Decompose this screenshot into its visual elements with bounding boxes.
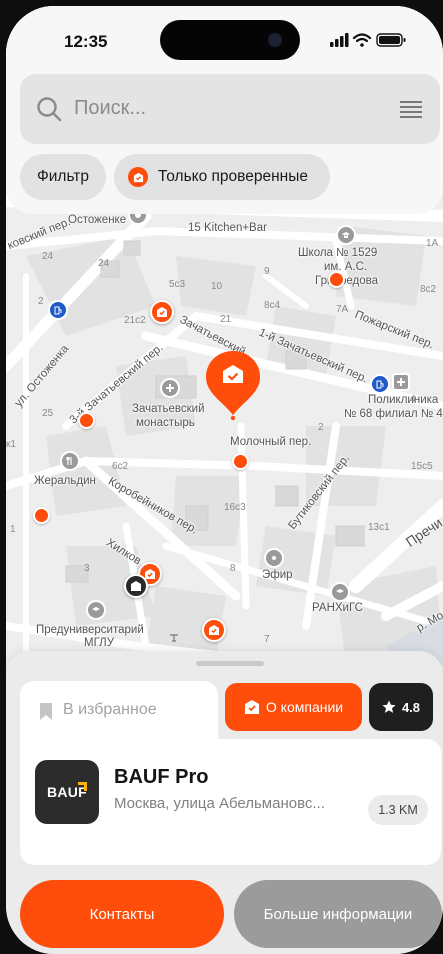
map-house-number: 7 (264, 634, 270, 645)
radio-station-icon[interactable] (264, 548, 284, 568)
restaurant-icon[interactable] (60, 451, 80, 471)
church-icon[interactable] (160, 378, 180, 398)
map-house-number: 5с3 (169, 279, 186, 290)
map-poi-label: 15 Kitchen+Bar (188, 222, 267, 234)
map-house-number: 2 (38, 296, 44, 307)
camera-icon (268, 33, 282, 47)
map-house-number: 6с2 (112, 461, 129, 472)
map-poi-label: Эфир (262, 569, 293, 581)
map-house-number: 3 (84, 563, 90, 574)
map-marker-dot[interactable] (232, 453, 249, 470)
star-icon (382, 700, 396, 713)
university-icon[interactable] (330, 582, 350, 602)
battery-icon (376, 33, 406, 47)
phone-screen: Остоженке ковский пер. 15 Kitchen+Bar Шк… (6, 6, 443, 954)
map-house-number: 1А (426, 238, 439, 249)
map-house-number: 13с1 (368, 522, 390, 533)
company-logo: BAUF (35, 760, 99, 824)
search-input[interactable]: Поиск... (74, 97, 146, 120)
favorite-tab[interactable]: В избранное (20, 681, 218, 743)
map-house-number: 21с2 (124, 315, 146, 326)
company-bottom-sheet[interactable]: В избранное О компании 4.8 BAUF BAUF Pro… (6, 651, 443, 954)
map-marker-dot[interactable] (33, 507, 50, 524)
map-poi-label: Зачатьевский (132, 403, 205, 415)
theatre-icon (164, 627, 184, 647)
menu-icon[interactable] (400, 100, 422, 118)
verified-only-label: Только проверенные (158, 168, 308, 185)
map-house-number: 9 (264, 266, 270, 277)
verified-icon (244, 700, 259, 714)
wifi-icon (352, 33, 372, 43)
dynamic-island (160, 20, 300, 60)
rating-value: 4.8 (401, 699, 421, 715)
map-house-number: 4 (410, 394, 416, 405)
bookmark-icon (40, 703, 52, 720)
map-house-number: 8с4 (264, 300, 281, 311)
map-marker-dot[interactable] (328, 271, 345, 288)
map-house-number: 24 (42, 251, 54, 262)
map-poi-label: РАНХиГС (312, 602, 363, 614)
distance-badge: 1.3 KM (368, 795, 428, 825)
map-poi-label: Предуниверситарий (36, 624, 144, 636)
map-poi-label: монастырь (136, 417, 195, 429)
map-house-number: 10 (211, 281, 223, 292)
map-street-label: Остоженке (68, 214, 127, 226)
map-poi-label: № 68 филиал № 4 (344, 408, 443, 420)
verified-only-chip[interactable]: Только проверенные (114, 154, 330, 200)
map-house-number: 7А (336, 304, 349, 315)
map-house-number: 21 (220, 314, 232, 325)
map-poi-label: Школа № 1529 (298, 247, 378, 259)
fuel-station-icon[interactable] (370, 374, 390, 394)
status-time: 12:35 (64, 32, 108, 51)
more-info-button[interactable]: Больше информации (234, 880, 442, 948)
sheet-grabber-handle[interactable] (196, 661, 264, 666)
school-icon[interactable] (336, 225, 356, 245)
signal-icon (330, 33, 349, 47)
selected-company-pin[interactable] (204, 349, 262, 421)
company-address: Москва, улица Абельмановс... (114, 795, 325, 812)
map-house-number: 25 (42, 408, 54, 419)
map-house-number: 1 (10, 524, 16, 535)
search-icon (37, 97, 62, 122)
university-icon[interactable] (86, 600, 106, 620)
map-house-number: 24 (98, 258, 110, 269)
company-marker[interactable] (124, 574, 148, 598)
rating-button[interactable]: 4.8 (369, 683, 433, 731)
logo-mark-icon (78, 782, 87, 791)
favorite-label: В избранное (63, 701, 157, 718)
top-panel: 12:35 Поиск... Фильтр Только проверенные (6, 6, 443, 214)
map-poi-label: Поликлиника (368, 394, 439, 406)
filter-chip[interactable]: Фильтр (20, 154, 106, 200)
map-house-number: 2 (318, 422, 324, 433)
map-house-number: к1 (6, 439, 16, 450)
map-street-label: Молочный пер. (230, 436, 312, 448)
map-poi-label: Грибоедова (315, 275, 379, 287)
company-card[interactable]: BAUF BAUF Pro Москва, улица Абельмановс.… (20, 739, 441, 865)
map-house-number: 8 (230, 563, 236, 574)
verified-icon (128, 167, 148, 187)
map-marker-dot[interactable] (78, 412, 95, 429)
map-house-number: 8с2 (420, 284, 437, 295)
about-company-button[interactable]: О компании (225, 683, 362, 731)
fuel-station-icon[interactable] (48, 300, 68, 320)
verified-company-marker[interactable] (150, 300, 174, 324)
map-poi-label: МГЛУ (84, 637, 115, 649)
company-name: BAUF Pro (114, 766, 209, 788)
hospital-icon[interactable] (392, 373, 410, 391)
contacts-button[interactable]: Контакты (20, 880, 224, 948)
status-icons (330, 33, 406, 47)
search-bar[interactable]: Поиск... (20, 74, 440, 144)
map-house-number: 15с5 (411, 461, 433, 472)
map-poi-label: Жеральдин (34, 475, 96, 487)
about-company-label: О компании (265, 699, 344, 715)
verified-company-marker[interactable] (202, 618, 226, 642)
map-house-number: 16с3 (224, 502, 246, 513)
